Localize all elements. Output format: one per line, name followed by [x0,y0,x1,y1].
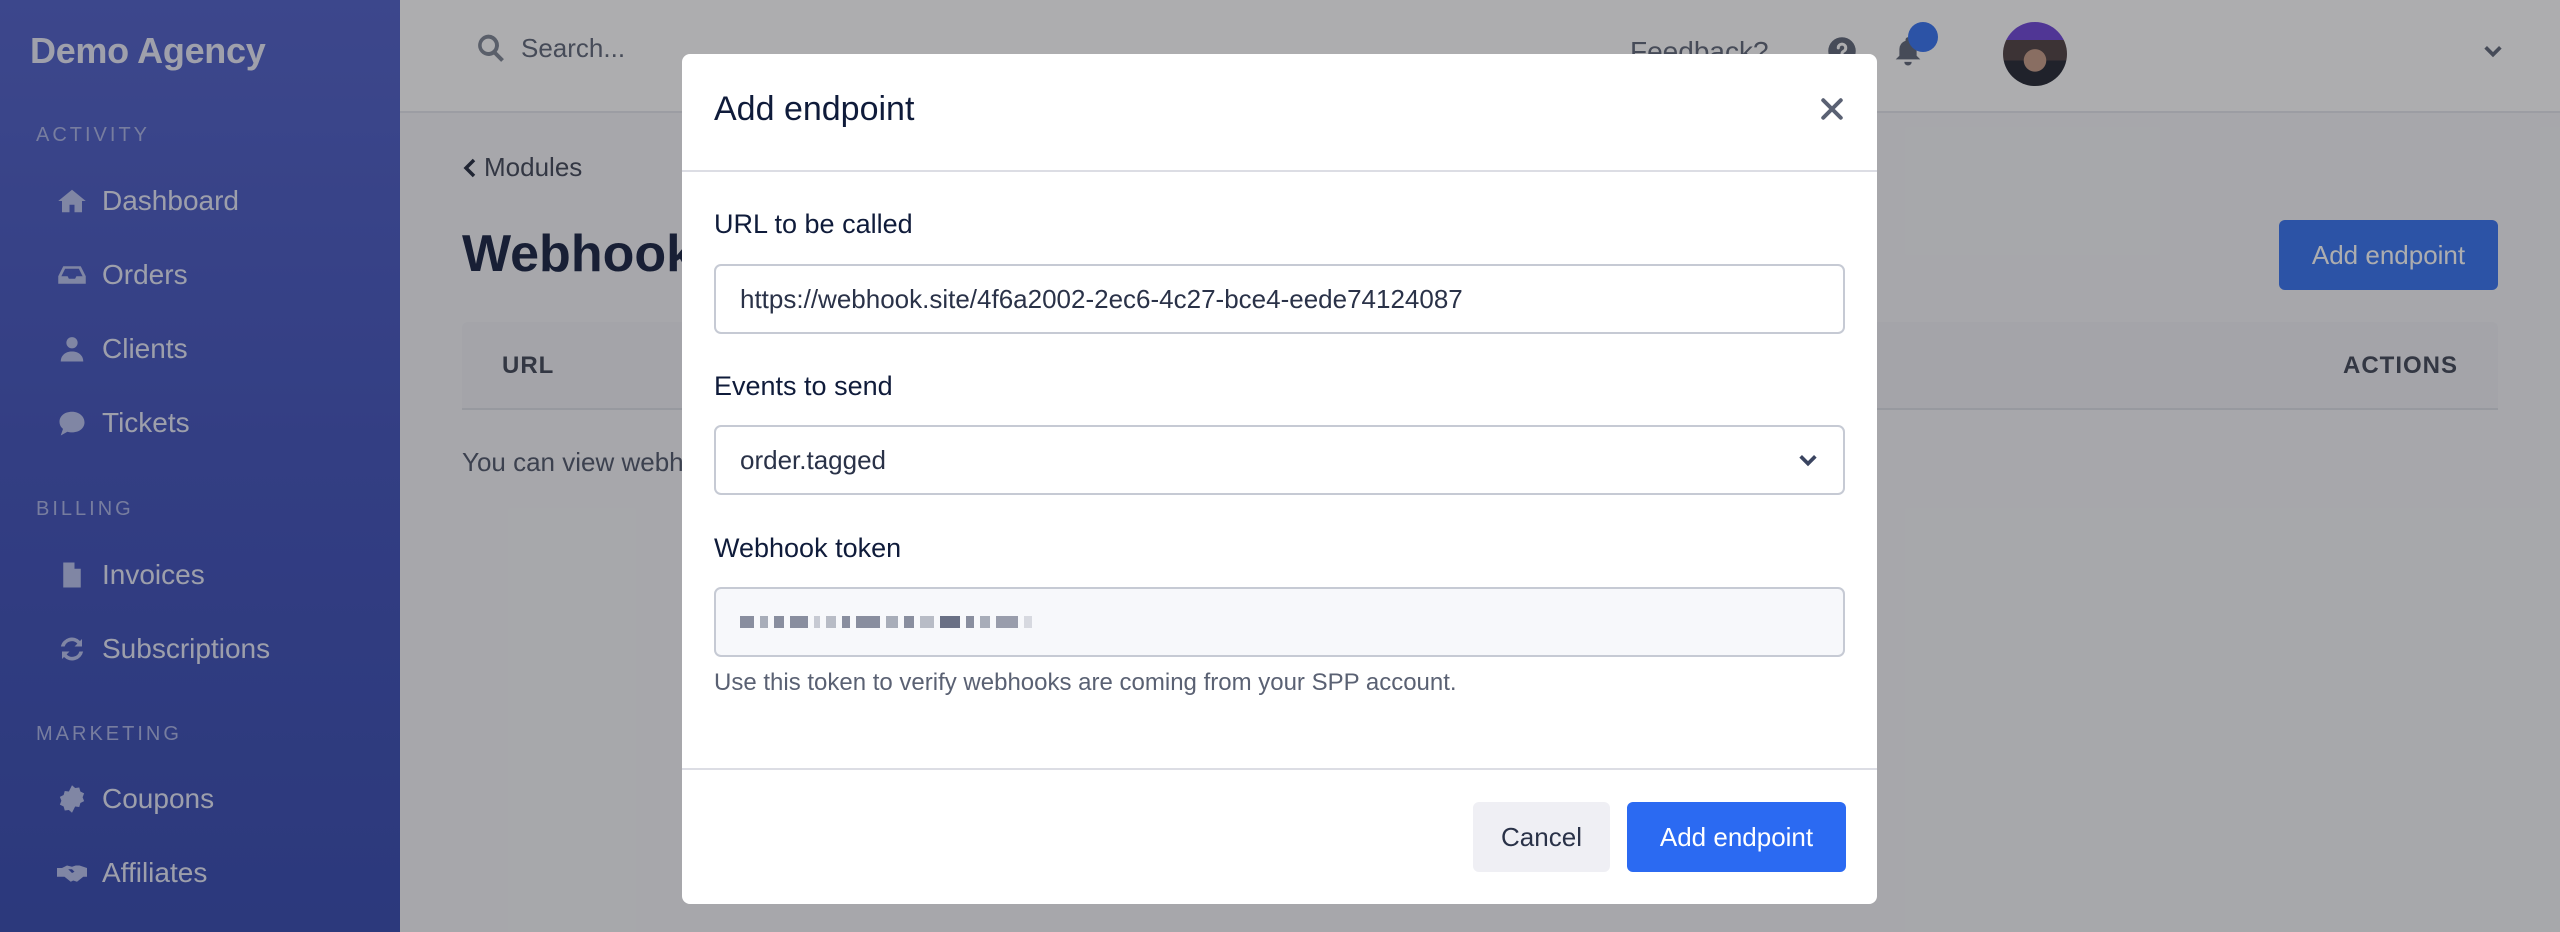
add-endpoint-modal: Add endpoint URL to be called Events to … [682,54,1877,904]
token-label: Webhook token [714,533,902,563]
events-label: Events to send [714,371,893,401]
submit-add-endpoint-button[interactable]: Add endpoint [1627,802,1846,872]
redacted-token [740,616,1032,628]
events-select[interactable]: order.tagged [714,425,1845,495]
events-selected-value: order.tagged [740,444,887,475]
cancel-button[interactable]: Cancel [1473,802,1610,872]
chevron-down-icon [1799,455,1817,467]
token-help-text: Use this token to verify webhooks are co… [714,669,1457,696]
close-icon[interactable] [1817,94,1847,124]
url-label: URL to be called [714,209,913,239]
token-field[interactable] [714,587,1845,657]
url-input[interactable] [740,283,1819,315]
modal-header: Add endpoint [682,54,1877,172]
modal-footer-divider [682,768,1877,770]
modal-title: Add endpoint [714,90,915,128]
url-field[interactable] [714,264,1845,334]
